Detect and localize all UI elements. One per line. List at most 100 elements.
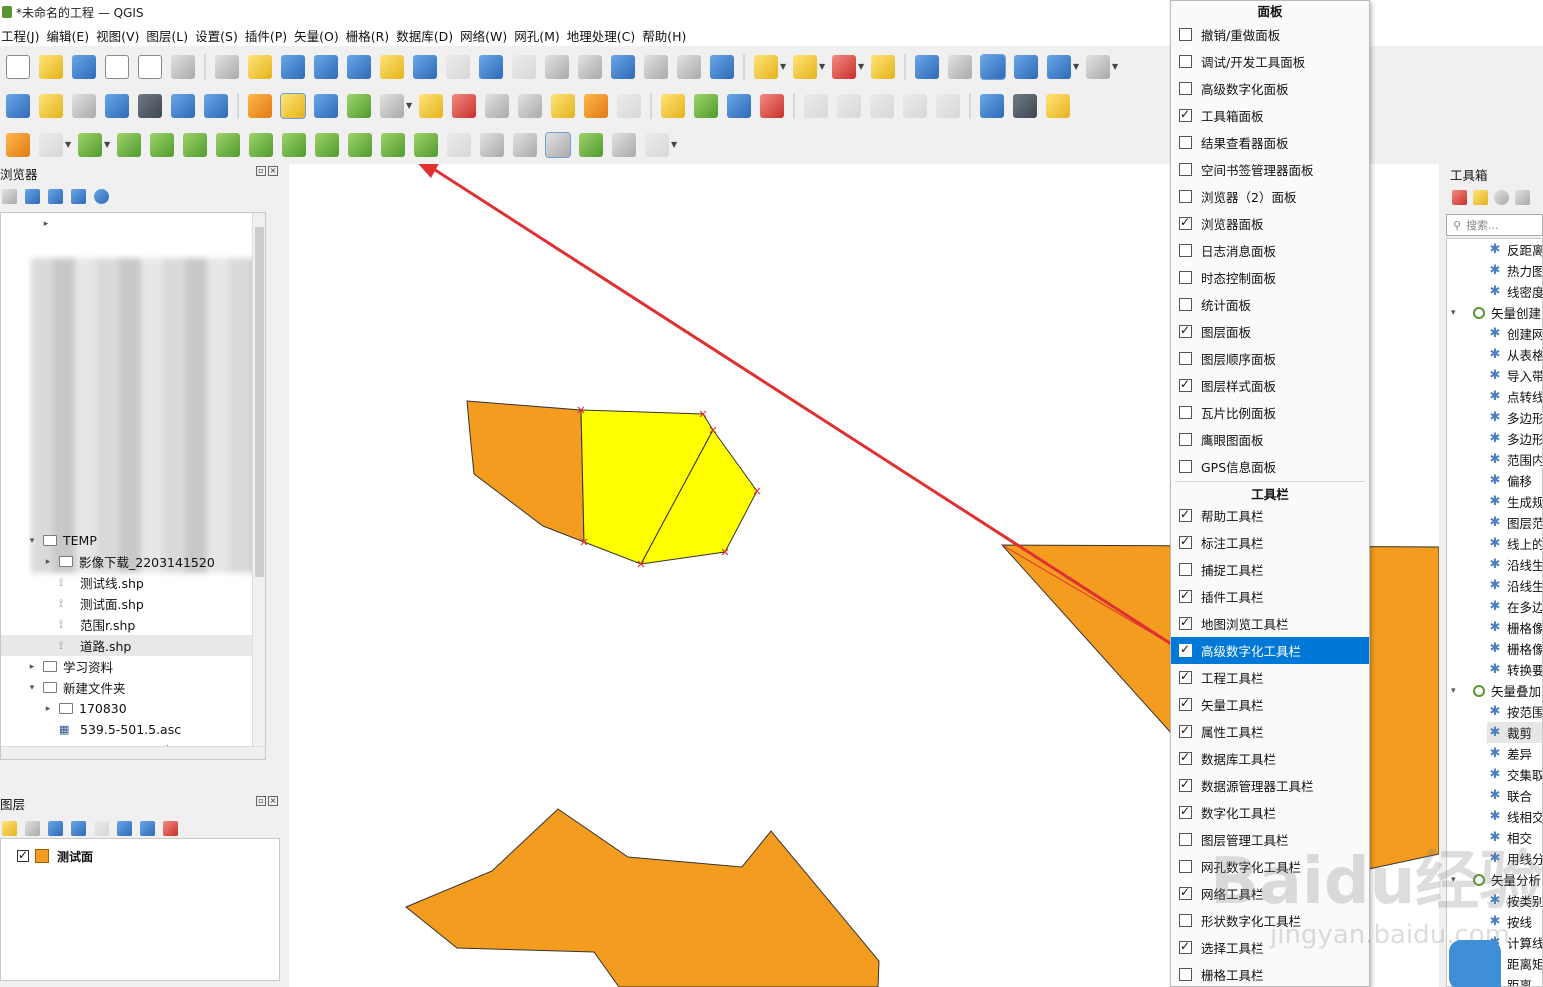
reverse-line-icon[interactable] [447, 132, 471, 157]
menu-checkbox[interactable] [1179, 507, 1192, 522]
context-menu-item[interactable]: 属性工具栏 [1171, 718, 1369, 745]
context-menu-item[interactable]: 撤销/重做面板 [1171, 21, 1369, 48]
menu-checkbox[interactable] [1179, 244, 1192, 257]
toolbox-algorithm[interactable]: ✱ 转换要 [1487, 659, 1542, 680]
chevron-down-icon[interactable]: ▼ [104, 140, 111, 149]
expand-arrow-icon[interactable]: ▸ [27, 662, 37, 672]
manage-map-themes-icon[interactable] [48, 820, 63, 836]
context-menu-item[interactable]: 图层面板 [1171, 318, 1369, 345]
menu-layer[interactable]: 图层(L) [145, 26, 194, 45]
toolbox-algorithm[interactable]: ✱ 点转线 [1487, 386, 1542, 407]
menu-checkbox[interactable] [1179, 642, 1192, 657]
menu-checkbox[interactable] [1179, 190, 1192, 203]
layer-visibility-checkbox[interactable] [17, 848, 29, 862]
menu-checkbox[interactable] [1179, 968, 1192, 981]
zoom-to-selection-icon[interactable] [380, 54, 404, 79]
horizontal-scrollbar[interactable] [1, 746, 265, 759]
simplify-feature-icon[interactable] [183, 132, 207, 157]
expand-arrow-icon[interactable]: ▸ [43, 704, 53, 714]
layer-row[interactable]: 测试面 [1, 847, 93, 865]
menu-checkbox[interactable] [1179, 28, 1192, 41]
show-bookmarks-icon[interactable] [644, 54, 668, 79]
chevron-down-icon[interactable]: ▼ [65, 140, 72, 149]
modify-attributes-icon[interactable] [419, 93, 443, 118]
merge-attributes-icon[interactable] [612, 132, 636, 157]
network-web-icon[interactable] [1013, 93, 1037, 118]
menu-settings[interactable]: 设置(S) [194, 26, 244, 45]
menu-checkbox[interactable] [1179, 107, 1192, 122]
context-menu-item[interactable]: 调试/开发工具面板 [1171, 48, 1369, 75]
toolbox-algorithm[interactable]: ✱ 线相交 [1487, 806, 1542, 827]
style-manager-icon[interactable] [171, 54, 195, 79]
context-menu-item[interactable]: 日志消息面板 [1171, 237, 1369, 264]
context-menu-item[interactable]: 工程工具栏 [1171, 664, 1369, 691]
rotate-label-icon[interactable] [903, 93, 927, 118]
toolbox-algorithm[interactable]: ✱ 导入带 [1487, 365, 1542, 386]
copy-features-icon[interactable] [518, 93, 542, 118]
toolbox-group[interactable]: ▾ 矢量叠加 [1451, 680, 1541, 701]
zoom-to-layer-icon[interactable] [413, 54, 437, 79]
close-panel-icon[interactable]: × [268, 796, 278, 806]
add-part-icon[interactable] [249, 132, 273, 157]
filter-legend-icon[interactable] [71, 820, 86, 836]
reshape-features-icon[interactable] [381, 132, 405, 157]
toolbox-algorithm[interactable]: ✱ 从表格 [1487, 344, 1542, 365]
pan-to-selection-icon[interactable] [248, 54, 272, 79]
vertical-scrollbar[interactable] [252, 213, 265, 759]
context-menu-item[interactable]: 空间书签管理器面板 [1171, 156, 1369, 183]
fill-ring-icon[interactable] [282, 132, 306, 157]
menu-web[interactable]: 网络(W) [459, 26, 513, 45]
add-raster-icon[interactable] [105, 93, 129, 118]
menu-plugins[interactable]: 插件(P) [244, 26, 293, 45]
zoom-last-icon[interactable] [479, 54, 503, 79]
float-panel-icon[interactable]: ▫ [256, 166, 266, 176]
toolbox-algorithm[interactable]: ✱ 创建网 [1487, 323, 1542, 344]
show-unplaced-labels-icon[interactable] [760, 93, 784, 118]
add-group-icon[interactable] [25, 820, 40, 836]
toolbox-algorithm[interactable]: ✱ 栅格像 [1487, 638, 1542, 659]
temporal-controller-icon[interactable] [677, 54, 701, 79]
close-panel-icon[interactable]: × [268, 166, 278, 176]
menu-checkbox[interactable] [1179, 215, 1192, 230]
toolbox-algorithm[interactable]: ✱ 图层范 [1487, 512, 1542, 533]
refresh-icon[interactable] [25, 188, 40, 204]
toolbox-algorithm[interactable]: ✱ 线密度 [1487, 281, 1542, 302]
new-bookmark-icon[interactable] [611, 54, 635, 79]
context-menu-item[interactable]: 矢量工具栏 [1171, 691, 1369, 718]
history-clock-icon[interactable] [1494, 190, 1509, 205]
collapse-arrow-icon[interactable]: ▾ [1451, 686, 1463, 696]
label-abc-icon[interactable] [661, 93, 685, 118]
collapse-arrow-icon[interactable]: ▾ [1451, 308, 1463, 318]
toolbox-algorithm[interactable]: ✱ 偏移 [1487, 470, 1532, 491]
remove-layer-icon[interactable] [163, 820, 178, 836]
advanced-digitizing-icon[interactable] [6, 132, 30, 157]
split-features-icon[interactable] [513, 132, 537, 157]
menu-checkbox[interactable] [1179, 271, 1192, 284]
tree-row-collapsed[interactable]: ▸ [1, 213, 265, 234]
context-menu-item[interactable]: 高级数字化面板 [1171, 75, 1369, 102]
save-project-icon[interactable] [72, 54, 96, 79]
toolbox-algorithm[interactable]: ✱ 沿线生 [1487, 575, 1542, 596]
select-by-value-icon[interactable] [793, 54, 817, 79]
properties-info-icon[interactable] [94, 188, 109, 204]
results-viewer-icon[interactable] [1515, 190, 1530, 205]
context-menu-item[interactable]: 高级数字化工具栏 [1171, 637, 1369, 664]
browser-tree-item[interactable]: ▸ 170830 [1, 698, 265, 719]
toolbox-search-input[interactable]: ⚲ 搜索... [1446, 214, 1543, 236]
menu-checkbox[interactable] [1179, 136, 1192, 149]
menu-processing[interactable]: 地理处理(C) [566, 26, 641, 45]
toolbox-algorithm[interactable]: ✱ 生成规 [1487, 491, 1542, 512]
context-menu-item[interactable]: 标注工具栏 [1171, 529, 1369, 556]
redo-icon[interactable] [617, 93, 641, 118]
menu-checkbox[interactable] [1179, 352, 1192, 365]
menu-checkbox[interactable] [1179, 804, 1192, 819]
undo-icon[interactable] [584, 93, 608, 118]
menu-checkbox[interactable] [1179, 406, 1192, 419]
scale-feature-icon[interactable] [150, 132, 174, 157]
move-feature-icon[interactable] [78, 132, 102, 157]
attribute-table-icon[interactable] [948, 54, 972, 79]
select-location-icon[interactable] [871, 54, 895, 79]
delete-selected-icon[interactable] [452, 93, 476, 118]
menu-checkbox[interactable] [1179, 615, 1192, 630]
vertex-tool-icon[interactable] [380, 93, 404, 118]
